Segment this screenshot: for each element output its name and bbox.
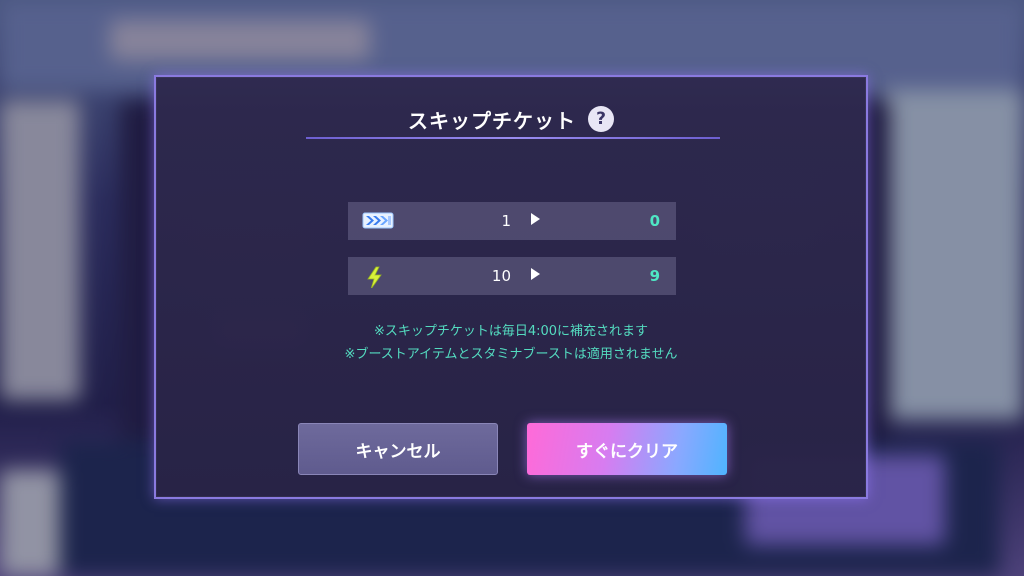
lightning-stamina-icon	[367, 266, 382, 288]
notice-line-1: ※スキップチケットは毎日4:00に補充されます	[373, 324, 649, 339]
dialog-header: スキップチケット ?	[156, 105, 866, 133]
clear-now-button[interactable]: すぐにクリア	[527, 423, 727, 475]
cancel-button[interactable]: キャンセル	[298, 423, 498, 475]
stamina-count-after: 9	[649, 267, 660, 285]
dialog-title: スキップチケット	[408, 108, 576, 133]
skip-ticket-row: 1 0	[348, 202, 676, 240]
stamina-count-before: 10	[491, 267, 511, 285]
notice-text: ※スキップチケットは毎日4:00に補充されます ※ブーストアイテムとスタミナブー…	[156, 320, 866, 366]
skip-ticket-dialog: スキップチケット ? 1 0 10 9 ※スキップチケットは毎日4:00に補充さ…	[154, 75, 868, 499]
arrow-right-icon	[531, 213, 540, 225]
stamina-row: 10 9	[348, 257, 676, 295]
notice-line-2: ※ブーストアイテムとスタミナブーストは適用されません	[344, 347, 678, 362]
ticket-count-before: 1	[501, 212, 511, 230]
title-divider	[306, 137, 720, 139]
skip-ticket-icon	[362, 212, 394, 229]
ticket-count-after: 0	[649, 212, 660, 230]
help-icon[interactable]: ?	[588, 106, 614, 132]
arrow-right-icon	[531, 268, 540, 280]
